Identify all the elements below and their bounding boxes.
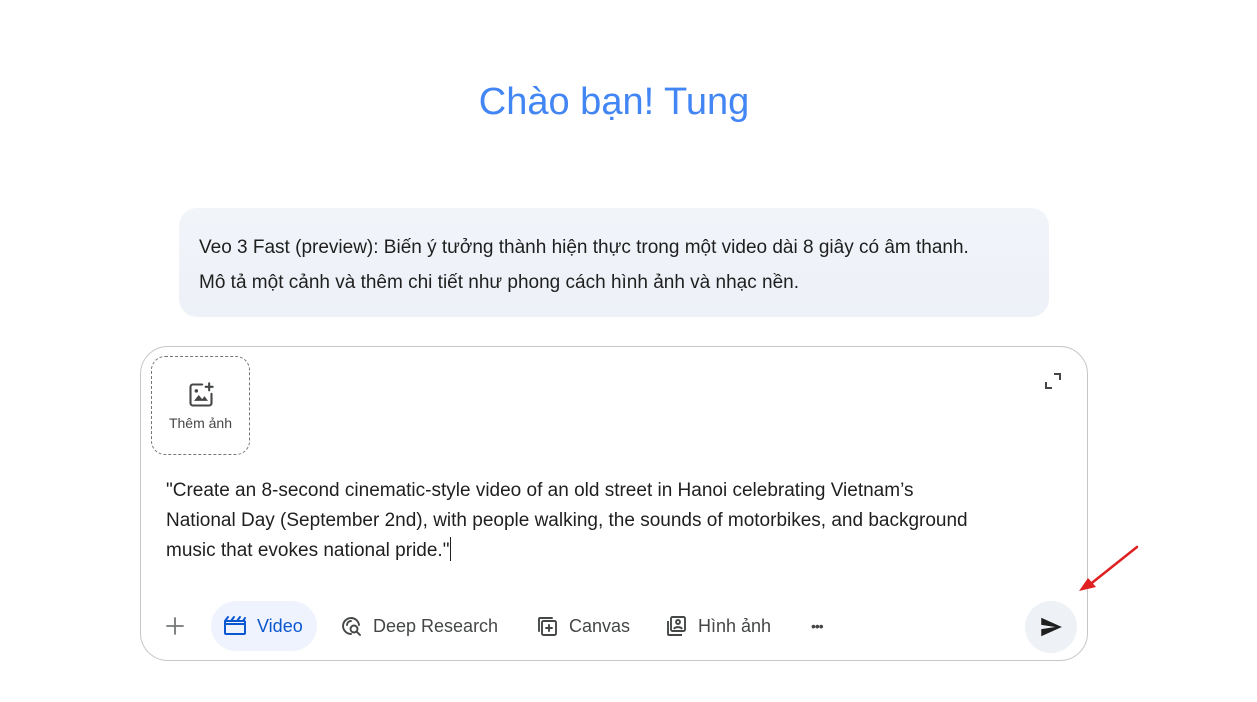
prompt-input[interactable]: "Create an 8-second cinematic-style vide… bbox=[166, 476, 1056, 566]
tool-images-button[interactable]: Hình ảnh bbox=[664, 601, 771, 651]
add-image-button[interactable]: Thêm ảnh bbox=[151, 356, 250, 455]
info-line-1: Veo 3 Fast (preview): Biến ý tưởng thành… bbox=[199, 237, 969, 258]
prompt-line: National Day (September 2nd), with peopl… bbox=[166, 510, 968, 531]
more-icon: ••• bbox=[811, 618, 824, 634]
canvas-icon bbox=[538, 617, 557, 636]
image-gallery-icon bbox=[667, 616, 686, 636]
annotation-arrow-icon bbox=[1079, 545, 1139, 591]
composer-toolbar: Video Deep Research Canvas Hình ảnh ••• bbox=[141, 601, 1087, 653]
prompt-composer: Thêm ảnh "Create an 8-second cinematic-s… bbox=[140, 346, 1088, 661]
deep-research-icon bbox=[342, 617, 361, 636]
plus-icon[interactable] bbox=[163, 614, 187, 638]
add-image-icon bbox=[188, 381, 214, 407]
model-info-card: Veo 3 Fast (preview): Biến ý tưởng thành… bbox=[179, 208, 1049, 317]
expand-icon[interactable] bbox=[1043, 371, 1063, 391]
video-icon bbox=[224, 616, 246, 635]
send-icon bbox=[1041, 617, 1062, 637]
tool-canvas-label: Canvas bbox=[569, 615, 631, 636]
tool-canvas-button[interactable]: Canvas bbox=[535, 601, 630, 651]
tool-deep-research-label: Deep Research bbox=[373, 615, 499, 636]
tool-images-label: Hình ảnh bbox=[698, 615, 772, 636]
info-line-2: Mô tả một cảnh và thêm chi tiết như phon… bbox=[199, 272, 799, 293]
prompt-line-text: music that evokes national pride." bbox=[166, 540, 450, 561]
prompt-line-last: music that evokes national pride." bbox=[166, 536, 1056, 566]
send-button[interactable] bbox=[1025, 601, 1077, 653]
add-image-label: Thêm ảnh bbox=[168, 414, 233, 431]
prompt-line: "Create an 8-second cinematic-style vide… bbox=[166, 480, 914, 501]
greeting-title: Chào bạn! Tung bbox=[478, 81, 750, 123]
tool-deep-research-button[interactable]: Deep Research bbox=[339, 601, 498, 651]
more-tools-button[interactable]: ••• bbox=[811, 601, 824, 651]
tool-video-label: Video bbox=[257, 615, 303, 636]
text-caret bbox=[450, 537, 452, 561]
tool-video-button[interactable]: Video bbox=[211, 601, 317, 651]
